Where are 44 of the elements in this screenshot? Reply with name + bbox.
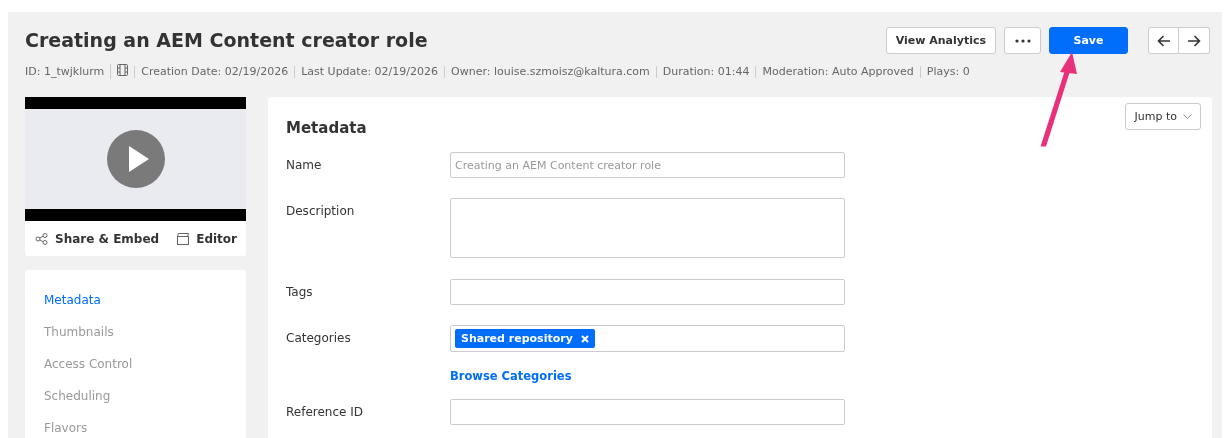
- share-embed-link[interactable]: Share & Embed: [35, 231, 160, 246]
- remove-icon[interactable]: [580, 334, 589, 343]
- jump-to-dropdown[interactable]: Jump to: [1124, 103, 1201, 130]
- text-field[interactable]: [450, 399, 845, 425]
- meta-text: Moderation: Auto Approved: [755, 65, 920, 78]
- text-field[interactable]: Creating an AEM Content creator role: [450, 152, 845, 178]
- meta-text: Last Update: 02/19/2026: [294, 65, 445, 78]
- arrow-left-icon: [1156, 34, 1171, 47]
- text-field[interactable]: [450, 279, 845, 305]
- field-label: Tags: [286, 284, 314, 301]
- category-tag: Shared repository: [455, 329, 595, 348]
- field-label: Categories: [286, 330, 352, 347]
- clapperboard-icon: [177, 232, 190, 245]
- previous-button[interactable]: [1148, 27, 1179, 54]
- film-icon: [117, 64, 129, 76]
- meta-text: Owner: louise.szmoisz@kaltura.com: [444, 65, 656, 78]
- categories-field[interactable]: Shared repository: [450, 325, 845, 352]
- page-title: Creating an AEM Content creator role: [25, 29, 428, 51]
- chevron-down-icon: [1183, 114, 1192, 119]
- meta-text: Duration: 01:44: [655, 65, 756, 78]
- sidebar-item[interactable]: Thumbnails: [44, 318, 246, 350]
- description-field[interactable]: [450, 198, 845, 258]
- field-label: Name: [286, 157, 323, 174]
- section-title: Metadata: [286, 119, 368, 137]
- editor-link[interactable]: Editor: [177, 231, 237, 246]
- arrow-right-icon: [1187, 34, 1201, 47]
- play-icon[interactable]: [106, 130, 165, 188]
- more-icon: [1014, 38, 1031, 43]
- sidebar-item[interactable]: Access Control: [44, 350, 246, 382]
- next-button[interactable]: [1179, 27, 1210, 54]
- sidebar-item[interactable]: Scheduling: [44, 382, 246, 414]
- sidebar-item[interactable]: Flavors: [44, 414, 246, 438]
- meta-text: ID: 1_twjklurm: [25, 65, 106, 78]
- browse-categories-link[interactable]: Browse Categories: [450, 369, 572, 383]
- analytics-button[interactable]: View Analytics: [885, 27, 996, 54]
- more-button[interactable]: [1004, 27, 1041, 54]
- share-icon: [35, 232, 48, 245]
- sidebar-item[interactable]: Metadata: [44, 286, 246, 318]
- video-thumbnail[interactable]: [25, 109, 246, 209]
- field-label: Description: [286, 203, 356, 220]
- meta-text: Creation Date: 02/19/2026: [134, 65, 295, 78]
- save-button[interactable]: Save: [1049, 27, 1128, 54]
- meta-text: Plays: 0: [919, 65, 976, 78]
- field-label: Reference ID: [286, 404, 365, 421]
